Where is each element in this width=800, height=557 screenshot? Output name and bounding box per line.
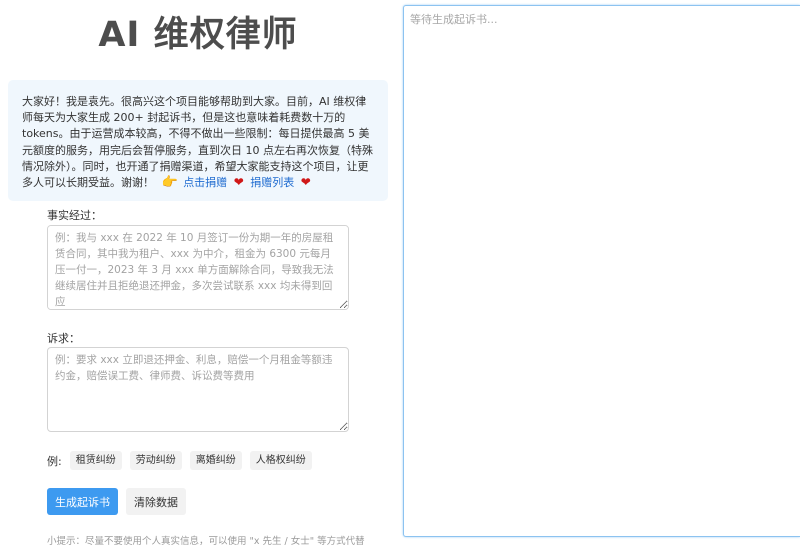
intro-notice: 大家好！我是袁先。很高兴这个项目能够帮助到大家。目前，AI 维权律师每天为大家生… — [8, 80, 388, 201]
heart-icon: ❤ — [300, 175, 311, 190]
example-chip-divorce[interactable]: 离婚纠纷 — [189, 451, 242, 470]
facts-label: 事实经过： — [47, 209, 102, 222]
claims-label: 诉求： — [47, 332, 80, 345]
example-chip-labor[interactable]: 劳动纠纷 — [129, 451, 182, 470]
app-page: AI 维权律师 大家好！我是袁先。很高兴这个项目能够帮助到大家。目前，AI 维权… — [0, 0, 800, 557]
page-title: AI 维权律师 — [98, 15, 298, 55]
intro-text: 大家好！我是袁先。很高兴这个项目能够帮助到大家。目前，AI 维权律师每天为大家生… — [22, 95, 373, 190]
input-panel: AI 维权律师 大家好！我是袁先。很高兴这个项目能够帮助到大家。目前，AI 维权… — [0, 0, 400, 557]
generate-button[interactable]: 生成起诉书 — [47, 488, 118, 515]
complaint-output[interactable] — [403, 5, 800, 537]
claims-input[interactable] — [47, 347, 349, 432]
facts-input[interactable] — [47, 225, 349, 310]
privacy-hint: 小提示：尽量不要使用个人真实信息，可以使用 "x 先生 / 女士" 等方式代替 — [47, 536, 365, 547]
donation-list-link[interactable]: 捐赠列表 — [250, 176, 294, 189]
pointing-hand-icon: 👉 — [161, 175, 178, 191]
example-cases: 例: 租赁纠纷 劳动纠纷 离婚纠纷 人格权纠纷 — [47, 451, 320, 470]
donate-link[interactable]: 点击捐赠 — [183, 176, 227, 189]
examples-label: 例: — [47, 454, 62, 468]
example-chip-personality-rights[interactable]: 人格权纠纷 — [249, 451, 312, 470]
clear-data-button[interactable]: 清除数据 — [126, 488, 186, 515]
example-chip-rental[interactable]: 租赁纠纷 — [69, 451, 122, 470]
heart-icon: ❤ — [233, 175, 244, 190]
